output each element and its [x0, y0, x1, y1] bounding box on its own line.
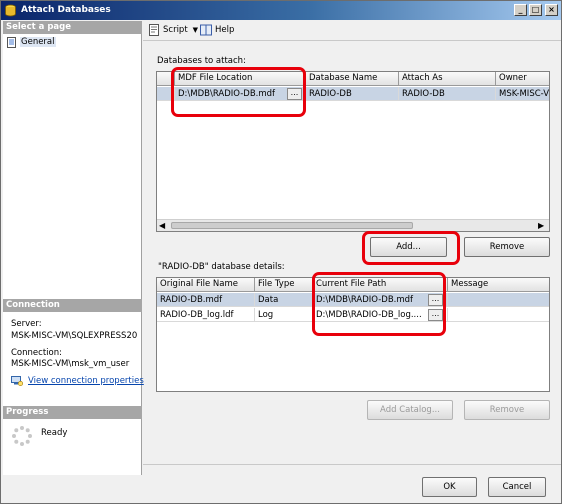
databases-grid: MDF File Location Database Name Attach A…: [156, 71, 550, 232]
help-icon: [200, 24, 212, 36]
browse-mdf-button[interactable]: ...: [287, 88, 302, 100]
detail-row-original-file-name[interactable]: RADIO-DB_log.ldf: [157, 308, 255, 322]
browse-data-file-button[interactable]: ...: [428, 294, 443, 306]
help-label: Help: [215, 25, 235, 35]
scrollbar-thumb[interactable]: [171, 222, 413, 229]
page-item-label: General: [20, 37, 56, 47]
page-icon: [7, 36, 16, 48]
column-header-attach-as[interactable]: Attach As: [399, 72, 496, 86]
view-connection-properties-link[interactable]: View connection properties: [11, 375, 144, 386]
progress-status: Ready: [41, 428, 68, 438]
detail-row-message: [448, 308, 549, 322]
column-header-current-file-path[interactable]: Current File Path: [313, 278, 448, 292]
window-title: Attach Databases: [21, 5, 111, 15]
ok-button[interactable]: OK: [422, 477, 477, 497]
script-icon: [149, 24, 159, 36]
column-header-file-type[interactable]: File Type: [255, 278, 313, 292]
close-button[interactable]: ×: [545, 4, 558, 16]
cell-owner[interactable]: MSK-MISC-V: [496, 87, 549, 101]
view-connection-properties-label: View connection properties: [28, 375, 144, 386]
title-bar: Attach Databases _ □ ×: [1, 1, 561, 20]
detail-row-file-type[interactable]: Data: [255, 293, 313, 307]
remove-database-button[interactable]: Remove: [464, 237, 550, 257]
row-selector[interactable]: [157, 87, 175, 101]
column-header-owner[interactable]: Owner: [496, 72, 549, 86]
minimize-button[interactable]: _: [514, 4, 527, 16]
attach-databases-dialog: Attach Databases _ □ × Select a page Gen…: [0, 0, 562, 504]
connection-header: Connection: [3, 299, 142, 312]
maximize-button[interactable]: □: [529, 4, 542, 16]
connection-value: MSK-MISC-VM\msk_vm_user: [11, 359, 130, 369]
help-button[interactable]: Help: [200, 24, 234, 36]
progress-header: Progress: [3, 406, 142, 419]
detail-row-file-type[interactable]: Log: [255, 308, 313, 322]
footer-divider: [143, 464, 561, 465]
progress-spinner-icon: [12, 426, 32, 446]
server-value: MSK-MISC-VM\SQLEXPRESS20: [11, 331, 138, 341]
column-header-original-file-name[interactable]: Original File Name: [157, 278, 255, 292]
cancel-button[interactable]: Cancel: [488, 477, 546, 497]
remove-file-button[interactable]: Remove: [464, 400, 550, 420]
page-item-general[interactable]: General: [6, 36, 56, 48]
chevron-down-icon[interactable]: ▼: [193, 26, 198, 34]
row-selector-header: [157, 72, 175, 86]
column-header-database-name[interactable]: Database Name: [306, 72, 399, 86]
connection-properties-icon: [11, 376, 23, 386]
databases-to-attach-label: Databases to attach:: [157, 56, 246, 66]
browse-log-file-button[interactable]: ...: [428, 309, 443, 321]
detail-row-message: [448, 293, 549, 307]
add-catalog-button[interactable]: Add Catalog...: [367, 400, 453, 420]
database-details-label: "RADIO-DB" database details:: [158, 262, 285, 272]
script-label: Script: [163, 25, 188, 35]
add-button[interactable]: Add...: [370, 237, 447, 257]
cell-attach-as[interactable]: RADIO-DB: [399, 87, 496, 101]
detail-row-original-file-name[interactable]: RADIO-DB.mdf: [157, 293, 255, 307]
scroll-right-icon[interactable]: ▶: [538, 221, 544, 230]
script-button[interactable]: Script ▼: [148, 24, 198, 36]
column-header-message[interactable]: Message: [448, 278, 549, 292]
cell-database-name[interactable]: RADIO-DB: [306, 87, 399, 101]
column-header-mdf-file-location[interactable]: MDF File Location: [175, 72, 306, 86]
server-label: Server:: [11, 319, 42, 329]
database-details-grid: Original File Name File Type Current Fil…: [156, 277, 550, 392]
database-icon: [5, 4, 16, 17]
horizontal-scrollbar[interactable]: ◀ ▶: [157, 219, 549, 231]
select-page-header: Select a page: [3, 21, 142, 34]
connection-label: Connection:: [11, 348, 62, 358]
scroll-left-icon[interactable]: ◀: [159, 221, 165, 230]
mdf-file-location-value: D:\MDB\RADIO-DB.mdf: [178, 89, 276, 99]
